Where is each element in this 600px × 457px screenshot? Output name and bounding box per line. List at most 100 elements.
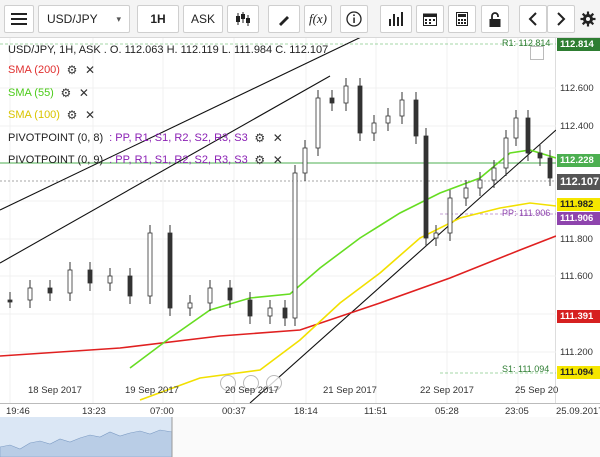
candle-body [7, 299, 13, 303]
candle-body [207, 287, 213, 304]
maximize-button[interactable] [530, 46, 544, 60]
candle-body [127, 275, 133, 297]
price-type-select[interactable]: ASK [183, 5, 223, 33]
symbol-select[interactable]: USD/JPY ▾ [38, 5, 130, 33]
time-tick: 13:23 [82, 406, 106, 417]
candle-body [525, 117, 531, 154]
pivot-label: PIVOTPOINT (0, 8) [8, 132, 104, 144]
close-price-label: 112.107 [557, 174, 600, 190]
bar-chart-icon [389, 12, 403, 26]
candle-body [503, 137, 509, 169]
candle-body [491, 167, 497, 181]
time-tick: 18:14 [294, 406, 318, 417]
candle-body [423, 135, 429, 239]
candle-body [227, 287, 233, 301]
gear-icon [580, 11, 596, 27]
chevron-left-icon [528, 12, 537, 26]
candle-body [477, 179, 483, 189]
date-label: 20 Sep 2017 [225, 385, 279, 396]
candle-body [463, 187, 469, 199]
sma200-price-label: 111.391 [557, 310, 600, 323]
ohlc-title: USD/JPY, 1H, ASK . O. 112.063 H. 112.119… [8, 44, 329, 56]
chart-type-button[interactable] [227, 5, 259, 33]
s1-label: S1: 111.094 [502, 364, 550, 374]
gear-icon[interactable]: ⚙ [60, 87, 72, 99]
candle-body [547, 157, 553, 179]
settings-button[interactable] [577, 5, 599, 33]
chart-canvas[interactable] [0, 38, 600, 403]
candle-body [413, 99, 419, 137]
indicator-row-sma200: SMA (200) ⚙ ✕ [8, 64, 96, 76]
close-icon[interactable]: ✕ [84, 109, 96, 121]
calendar-button[interactable] [416, 5, 444, 33]
timeframe-label: 1H [150, 12, 166, 26]
info-icon [346, 11, 362, 27]
navigator[interactable] [0, 417, 600, 457]
candle-body [302, 147, 308, 174]
date-label: 22 Sep 2017 [420, 385, 474, 396]
candle-body [267, 307, 273, 317]
candlestick-icon [236, 12, 250, 26]
close-icon[interactable]: ✕ [272, 154, 284, 166]
scroll-right-button[interactable] [547, 5, 575, 33]
close-icon[interactable]: ✕ [78, 87, 90, 99]
date-label: 21 Sep 2017 [323, 385, 377, 396]
candle-body [292, 172, 298, 319]
scroll-left-button[interactable] [519, 5, 547, 33]
price-chart[interactable]: 112.814 112.600 112.400 112.228 112.107 … [0, 38, 600, 403]
gear-icon[interactable]: ⚙ [254, 154, 266, 166]
indicator-row-sma100: SMA (100) ⚙ ✕ [8, 109, 96, 121]
s1-price-label: 111.094 [557, 366, 600, 379]
pivot-row-1: PIVOTPOINT (0, 8) : PP, R1, S1, R2, S2, … [8, 132, 284, 144]
lock-icon [489, 11, 501, 27]
gear-icon[interactable]: ⚙ [66, 64, 78, 76]
draw-button[interactable] [268, 5, 300, 33]
menu-button[interactable] [4, 5, 34, 33]
candle-body [27, 287, 33, 301]
gear-icon[interactable]: ⚙ [66, 109, 78, 121]
indicator-label: SMA (55) [8, 87, 54, 99]
candle-body [371, 122, 377, 134]
time-tick: 11:51 [364, 406, 388, 417]
symbol-label: USD/JPY [47, 12, 98, 26]
lock-button[interactable] [481, 5, 509, 33]
candle-body [315, 97, 321, 149]
price-type-label: ASK [190, 12, 215, 26]
date-label: 19 Sep 2017 [125, 385, 179, 396]
time-tick: 19:46 [6, 406, 30, 417]
candle-body [107, 275, 113, 284]
candle-body [513, 117, 519, 139]
candle-body [537, 152, 543, 159]
candle-body [433, 232, 439, 239]
candle-body [282, 307, 288, 319]
date-label: 18 Sep 2017 [28, 385, 82, 396]
navigator-canvas[interactable] [0, 417, 600, 457]
current-date-tick: 25.09.2017 [556, 406, 600, 417]
candle-body [167, 232, 173, 309]
pivot-price-label: 112.228 [557, 154, 600, 167]
pivot-label: PIVOTPOINT (0, 9) [8, 154, 104, 166]
candle-body [329, 97, 335, 104]
info-button[interactable] [340, 5, 368, 33]
volume-button[interactable] [380, 5, 412, 33]
close-icon[interactable]: ✕ [84, 64, 96, 76]
date-label: 25 Sep 20 [515, 385, 559, 396]
calculator-button[interactable] [448, 5, 476, 33]
gear-icon[interactable]: ⚙ [254, 132, 266, 144]
calculator-icon [456, 12, 468, 26]
chevron-down-icon: ▾ [116, 13, 121, 24]
pp-price-label: 111.906 [557, 212, 600, 225]
fx-icon: f(x) [308, 11, 328, 26]
candle-body [187, 302, 193, 309]
indicators-button[interactable]: f(x) [304, 5, 332, 33]
chevron-right-icon [557, 12, 566, 26]
candle-body [87, 269, 93, 284]
candle-body [343, 85, 349, 104]
close-icon[interactable]: ✕ [272, 132, 284, 144]
timeframe-select[interactable]: 1H [137, 5, 179, 33]
candle-body [147, 232, 153, 297]
calendar-icon [423, 13, 437, 26]
price-tick: 111.200 [560, 347, 593, 358]
candle-body [399, 99, 405, 117]
pencil-icon [279, 16, 289, 26]
